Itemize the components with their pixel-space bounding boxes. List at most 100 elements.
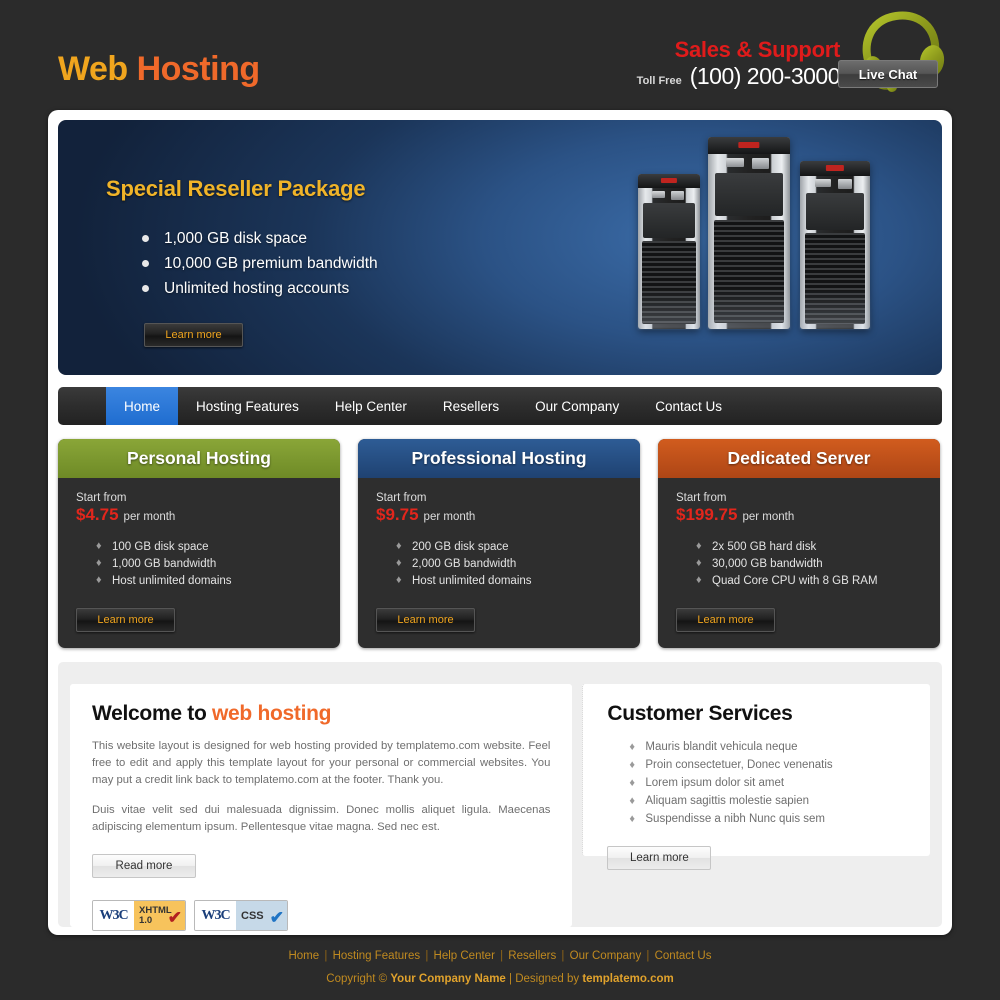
plan-price-row: $199.75 per month [676,505,922,525]
separator: | [643,950,653,962]
copyright-line: Copyright © Your Company Name | Designed… [0,973,1000,985]
content-section: Welcome to web hosting This website layo… [58,662,942,931]
check-icon: ✔ [167,908,182,927]
site-logo[interactable]: Web Hosting [58,52,260,86]
footer-link-help-center[interactable]: Help Center [434,950,495,962]
footer-link-hosting-features[interactable]: Hosting Features [333,950,421,962]
welcome-heading-accent: web hosting [212,702,332,725]
customer-services-learn-more-button[interactable]: Learn more [607,846,712,870]
list-item: 30,000 GB bandwidth [696,555,922,573]
separator: | [321,950,331,962]
plan-price: $4.75 [76,505,119,524]
separator: | [558,950,568,962]
footer-link-resellers[interactable]: Resellers [508,950,556,962]
list-item: 2,000 GB bandwidth [396,555,622,573]
separator: | [496,950,507,962]
pricing-plans: Personal Hosting Start from $4.75 per mo… [58,439,942,648]
plan-title: Personal Hosting [58,439,340,478]
plan-learn-more-button[interactable]: Learn more [76,608,175,632]
server-tower-left [638,174,700,329]
plan-learn-more-button[interactable]: Learn more [376,608,475,632]
check-icon: ✔ [269,908,284,927]
plan-card-dedicated-server: Dedicated Server Start from $199.75 per … [658,439,940,648]
list-item: Proin consectetuer, Donec venenatis [629,756,908,774]
welcome-heading: Welcome to web hosting [92,702,550,726]
designer-link[interactable]: templatemo.com [582,973,673,985]
plan-start-from-label: Start from [76,492,127,504]
plan-price-row: $4.75 per month [76,505,322,525]
hero-banner: Special Reseller Package 1,000 GB disk s… [58,120,942,375]
w3c-logo-text: W3C [195,901,236,930]
plan-feature-list: 200 GB disk space 2,000 GB bandwidth Hos… [396,538,622,590]
footer-link-our-company[interactable]: Our Company [570,950,642,962]
toll-free-label: Toll Free [636,75,682,88]
plan-start-from-label: Start from [676,492,727,504]
list-item: Aliquam sagittis molestie sapien [629,792,908,810]
w3c-xhtml-badge[interactable]: W3C XHTML 1.0 ✔ [92,900,186,931]
nav-item-our-company[interactable]: Our Company [517,387,637,425]
separator: | [422,950,432,962]
list-item: Host unlimited domains [396,572,622,590]
list-item: Unlimited hosting accounts [142,276,526,301]
plan-body: Start from $4.75 per month 100 GB disk s… [58,478,340,648]
plan-body: Start from $9.75 per month 200 GB disk s… [358,478,640,648]
nav-item-home[interactable]: Home [106,387,179,425]
designed-by-prefix: | Designed by [505,973,583,985]
main-navigation: Home Hosting Features Help Center Resell… [58,387,942,425]
company-name: Your Company Name [390,973,506,985]
logo-text-primary: Web [58,50,128,88]
plan-price: $199.75 [676,505,738,524]
plan-price-period: per month [123,511,176,523]
plan-card-personal-hosting: Personal Hosting Start from $4.75 per mo… [58,439,340,648]
site-footer: Home | Hosting Features | Help Center | … [0,950,1000,985]
page-root: Web Hosting Sales & Support Toll Free (1… [0,0,1000,1000]
plan-card-professional-hosting: Professional Hosting Start from $9.75 pe… [358,439,640,648]
logo-text-secondary: Hosting [136,50,261,88]
nav-item-resellers[interactable]: Resellers [425,387,517,425]
list-item: Quad Core CPU with 8 GB RAM [696,572,922,590]
list-item: 200 GB disk space [396,538,622,556]
read-more-button[interactable]: Read more [92,854,196,878]
validation-badges: W3C XHTML 1.0 ✔ W3C CSS ✔ [92,900,550,931]
live-chat-button[interactable]: Live Chat [838,60,938,88]
hero-title: Special Reseller Package [106,176,366,201]
footer-link-home[interactable]: Home [288,950,319,962]
server-tower-center [708,137,790,329]
phone-number: (100) 200-3000 [689,63,841,90]
nav-item-help-center[interactable]: Help Center [317,387,425,425]
welcome-paragraph-2: Duis vitae velit sed dui malesuada digni… [92,804,551,833]
plan-feature-list: 2x 500 GB hard disk 30,000 GB bandwidth … [696,538,922,590]
server-tower-right [800,161,870,329]
plan-start-from-label: Start from [376,492,427,504]
nav-item-hosting-features[interactable]: Hosting Features [178,387,317,425]
plan-price-period: per month [742,511,795,523]
list-item: Lorem ipsum dolor sit amet [629,774,908,792]
plan-feature-list: 100 GB disk space 1,000 GB bandwidth Hos… [96,538,322,590]
list-item: 10,000 GB premium bandwidth [142,251,526,276]
nav-item-contact-us[interactable]: Contact Us [637,387,740,425]
plan-title: Professional Hosting [358,439,640,478]
footer-links: Home | Hosting Features | Help Center | … [0,950,1000,962]
contact-block: Sales & Support Toll Free (100) 200-3000 [636,38,841,90]
plan-price: $9.75 [376,505,419,524]
hero-copy: Special Reseller Package 1,000 GB disk s… [106,176,526,347]
list-item: 2x 500 GB hard disk [696,538,922,556]
w3c-css-badge[interactable]: W3C CSS ✔ [194,900,288,931]
plan-price-period: per month [423,511,476,523]
hero-learn-more-button[interactable]: Learn more [144,323,243,347]
list-item: Mauris blandit vehicula neque [629,738,908,756]
list-item: Suspendisse a nibh Nunc quis sem [629,810,908,828]
welcome-paragraph-1: This website layout is designed for web … [92,740,551,786]
customer-services-panel: Customer Services Mauris blandit vehicul… [582,684,930,870]
welcome-panel: Welcome to web hosting This website layo… [70,684,573,931]
plan-body: Start from $199.75 per month 2x 500 GB h… [658,478,940,648]
plan-learn-more-button[interactable]: Learn more [676,608,775,632]
list-item: Host unlimited domains [96,572,322,590]
plan-title: Dedicated Server [658,439,940,478]
plan-price-row: $9.75 per month [376,505,622,525]
hero-feature-list: 1,000 GB disk space 10,000 GB premium ba… [142,226,526,301]
w3c-logo-text: W3C [93,901,134,930]
list-item: 1,000 GB disk space [142,226,526,251]
welcome-heading-text: Welcome to [92,702,213,725]
footer-link-contact-us[interactable]: Contact Us [655,950,712,962]
